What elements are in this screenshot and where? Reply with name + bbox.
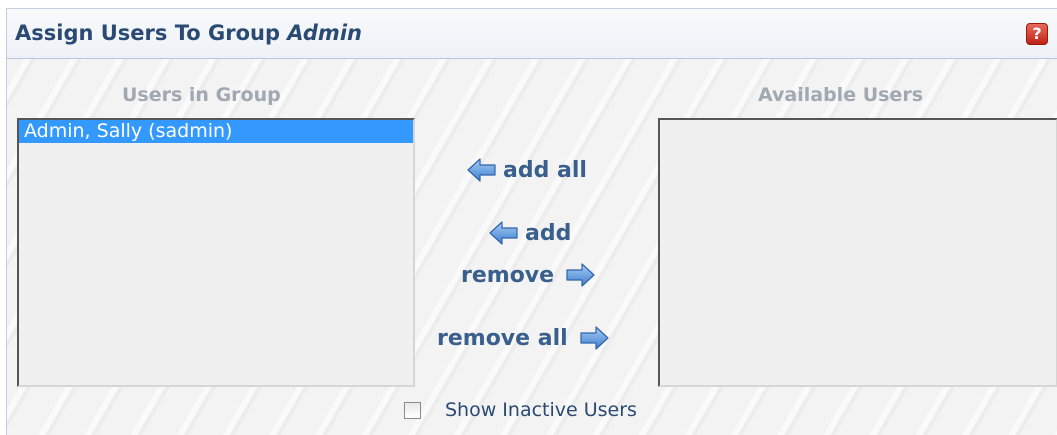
remove-button[interactable]: remove: [461, 261, 596, 289]
add-button[interactable]: add: [488, 219, 571, 247]
arrow-right-icon: [566, 263, 595, 287]
help-icon[interactable]: ?: [1026, 23, 1048, 45]
group-name: Admin: [287, 21, 362, 45]
arrow-left-icon: [467, 158, 496, 182]
list-item[interactable]: Admin, Sally (sadmin): [19, 120, 413, 143]
panel-header: Assign Users To Group Admin ?: [7, 9, 1057, 59]
title-prefix: Assign Users To Group: [15, 21, 288, 45]
users-in-group-label: Users in Group: [122, 84, 281, 106]
add-all-button[interactable]: add all: [466, 156, 587, 184]
remove-all-label: remove all: [437, 325, 568, 351]
add-label: add: [525, 220, 572, 246]
assign-users-panel: Assign Users To Group Admin ? Users in G…: [6, 8, 1057, 435]
add-all-label: add all: [503, 157, 587, 183]
show-inactive-option: Show Inactive Users: [404, 399, 637, 421]
panel-title: Assign Users To Group Admin: [15, 21, 362, 45]
available-users-list[interactable]: [658, 118, 1057, 387]
available-users-label: Available Users: [758, 84, 923, 106]
arrow-right-icon: [580, 326, 609, 350]
remove-all-button[interactable]: remove all: [437, 324, 610, 352]
show-inactive-checkbox[interactable]: [404, 401, 421, 419]
users-in-group-list[interactable]: Admin, Sally (sadmin): [17, 118, 415, 387]
show-inactive-label[interactable]: Show Inactive Users: [445, 399, 637, 421]
arrow-left-icon: [489, 221, 518, 245]
remove-label: remove: [461, 262, 555, 288]
